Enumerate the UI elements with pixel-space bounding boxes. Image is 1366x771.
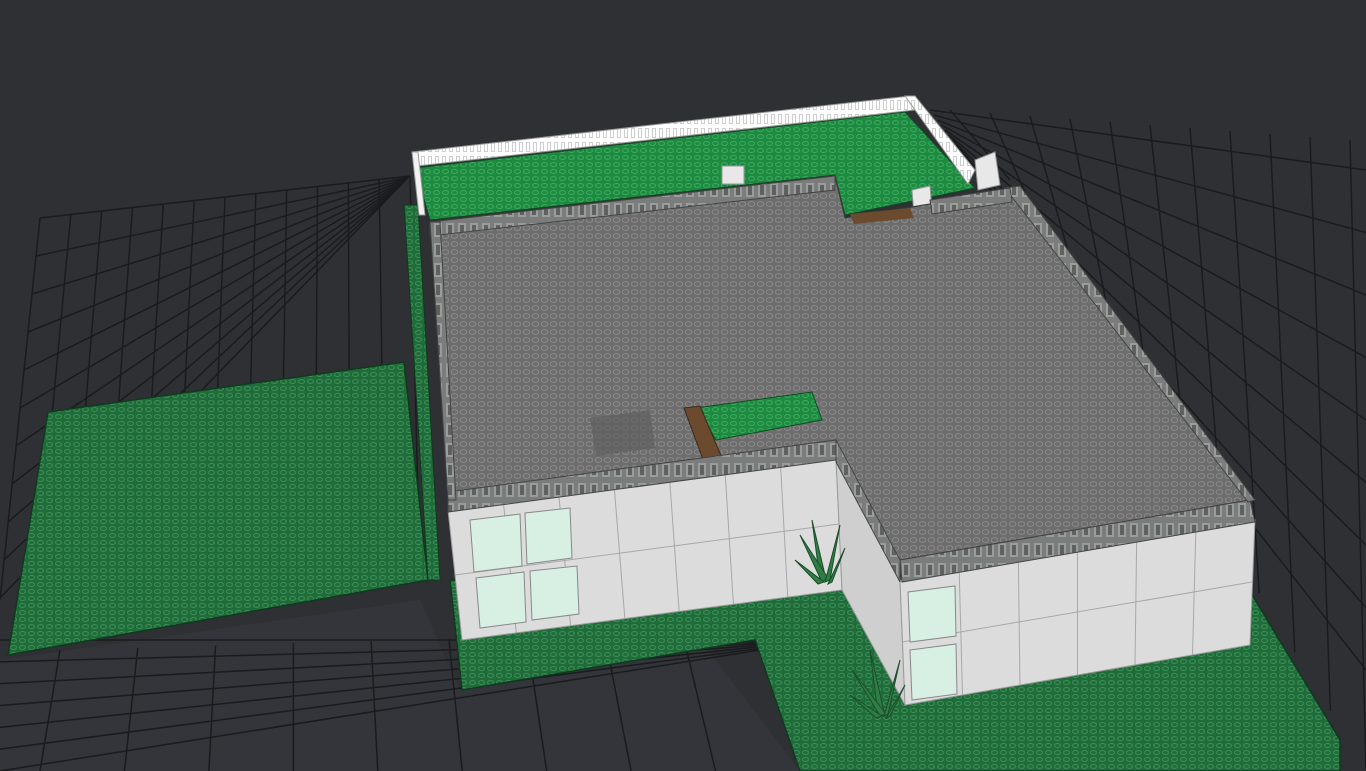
grid-line: [1309, 136, 1332, 712]
scene-canvas[interactable]: [0, 0, 1366, 771]
3d-viewport[interactable]: [0, 0, 1366, 771]
grid-line: [1349, 139, 1366, 771]
baseplate-left: [7, 204, 441, 656]
